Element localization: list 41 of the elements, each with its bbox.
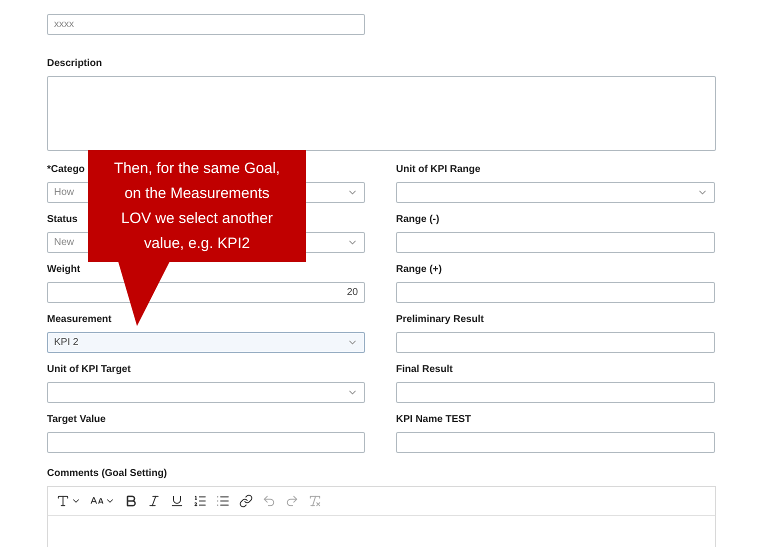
bold-icon bbox=[124, 494, 138, 508]
ordered-list-icon bbox=[193, 494, 207, 508]
callout-tooltip: Then, for the same Goal, on the Measurements LOV we select another value, e.g. KPI2 bbox=[88, 150, 306, 262]
font-button[interactable] bbox=[56, 494, 81, 508]
dropdown-field[interactable]: KPI 2 bbox=[47, 332, 365, 353]
clear-format-icon bbox=[308, 494, 322, 508]
dropdown-field[interactable] bbox=[396, 182, 715, 203]
field-label: Comments (Goal Setting) bbox=[47, 467, 168, 481]
field-label: Description bbox=[47, 57, 102, 71]
underline-icon bbox=[170, 494, 184, 508]
link-icon bbox=[239, 494, 253, 508]
input-field[interactable]: 20 bbox=[47, 282, 365, 303]
italic-icon bbox=[147, 494, 161, 508]
input-field[interactable] bbox=[396, 432, 715, 453]
redo-icon bbox=[285, 494, 299, 508]
link-button[interactable] bbox=[239, 494, 253, 508]
field-label: Range (-) bbox=[396, 213, 440, 227]
dropdown-field[interactable] bbox=[47, 382, 365, 403]
field-label: Final Result bbox=[396, 363, 453, 377]
input-field[interactable] bbox=[396, 382, 715, 403]
field-label: Unit of KPI Target bbox=[47, 363, 131, 377]
callout-tail bbox=[118, 261, 170, 326]
input-field[interactable] bbox=[396, 332, 715, 353]
italic-button[interactable] bbox=[147, 494, 161, 508]
field-label: *Catego bbox=[47, 163, 85, 177]
field-label: Unit of KPI Range bbox=[396, 163, 480, 177]
field-label: Status bbox=[47, 213, 78, 227]
font-icon bbox=[56, 494, 70, 508]
input-field[interactable] bbox=[396, 282, 715, 303]
field-label: KPI Name TEST bbox=[396, 413, 472, 427]
field-label: Measurement bbox=[47, 313, 112, 327]
ordered-list-button[interactable] bbox=[193, 494, 207, 508]
field-label: Preliminary Result bbox=[396, 313, 484, 327]
input-field[interactable] bbox=[396, 232, 715, 253]
bold-button[interactable] bbox=[124, 494, 138, 508]
underline-button[interactable] bbox=[170, 494, 184, 508]
field-label: Range (+) bbox=[396, 263, 442, 277]
undo-icon bbox=[262, 494, 276, 508]
field-label: Weight bbox=[47, 263, 80, 277]
input-field[interactable] bbox=[47, 432, 365, 453]
field-label: Target Value bbox=[47, 413, 106, 427]
